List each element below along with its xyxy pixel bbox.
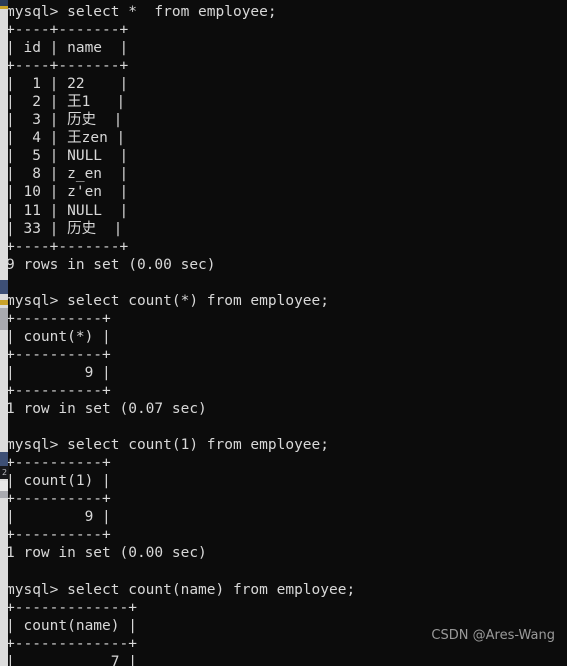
terminal-window: 2 mysql> select * from employee; +----+--… — [0, 0, 567, 666]
terminal-line: | 33 | 历史 | — [6, 220, 123, 237]
gutter-badge-count[interactable]: 2 — [0, 466, 9, 479]
terminal-line: | 3 | 历史 | — [6, 112, 123, 129]
gutter-top-gold-marker — [0, 6, 8, 9]
terminal-line: | id | name | — [6, 40, 129, 57]
terminal-line: | 9 | — [6, 509, 111, 526]
terminal-line: | 7 | — [6, 653, 137, 666]
terminal-line: +-------------+ — [6, 635, 137, 652]
terminal-line: mysql> select count(*) from employee; — [6, 292, 330, 309]
terminal-line: | 11 | NULL | — [6, 202, 129, 219]
terminal-line: 1 row in set (0.00 sec) — [6, 545, 207, 562]
gutter-marker-blue-1[interactable] — [0, 280, 8, 294]
terminal-line: | 8 | z_en | — [6, 166, 129, 183]
terminal-line: +----------+ — [6, 382, 111, 399]
terminal-line: +----------+ — [6, 527, 111, 544]
terminal-line: | 2 | 王1 | — [6, 94, 126, 111]
terminal-line: | 1 | 22 | — [6, 76, 129, 93]
terminal-text: mysql> select * from employee; +----+----… — [6, 3, 355, 666]
terminal-line: mysql> select count(name) from employee; — [6, 581, 356, 598]
terminal-line: | count(name) | — [6, 617, 137, 634]
terminal-line: 9 rows in set (0.00 sec) — [6, 256, 216, 273]
gutter-marker-gold-1[interactable] — [0, 300, 8, 305]
terminal-line: +----+-------+ — [6, 58, 129, 75]
terminal-line: mysql> select * from employee; — [6, 4, 277, 20]
terminal-line: | 4 | 王zen | — [6, 130, 126, 147]
terminal-line: +----------+ — [6, 310, 111, 327]
terminal-line: +-------------+ — [6, 599, 137, 616]
gutter-marker-grey-1[interactable] — [0, 308, 8, 330]
editor-gutter-strip[interactable] — [0, 0, 8, 666]
terminal-line: mysql> select count(1) from employee; — [6, 437, 330, 454]
terminal-line: | 9 | — [6, 364, 111, 381]
terminal-line: +----------+ — [6, 455, 111, 472]
terminal-line: +----------+ — [6, 346, 111, 363]
watermark-label: CSDN @Ares-Wang — [431, 628, 555, 643]
terminal-line: | 10 | z'en | — [6, 184, 129, 201]
terminal-line: | count(*) | — [6, 328, 111, 345]
terminal-output-area[interactable]: mysql> select * from employee; +----+----… — [6, 0, 567, 666]
terminal-line: +----------+ — [6, 491, 111, 508]
gutter-badge-secondary[interactable] — [0, 481, 8, 491]
terminal-line: +----+-------+ — [6, 238, 129, 255]
terminal-line: | 5 | NULL | — [6, 148, 129, 165]
gutter-marker-blue-2[interactable] — [0, 452, 8, 466]
terminal-line: +----+-------+ — [6, 22, 129, 39]
terminal-line: | count(1) | — [6, 473, 111, 490]
terminal-line: 1 row in set (0.07 sec) — [6, 401, 207, 418]
